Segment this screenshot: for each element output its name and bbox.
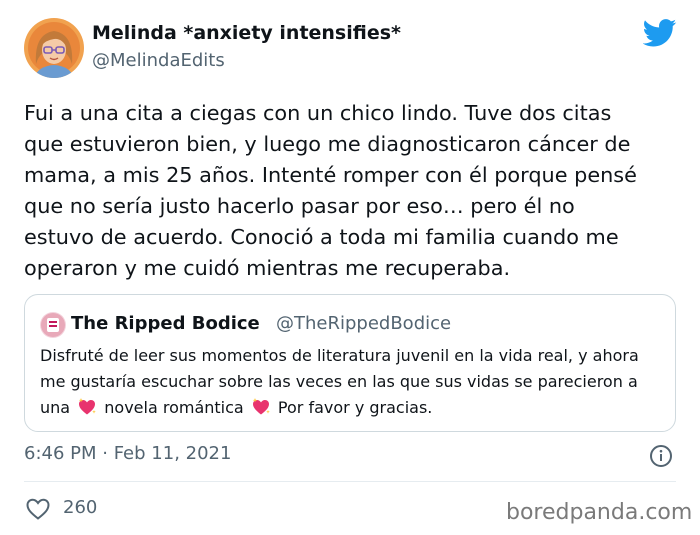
twitter-bird-icon[interactable] xyxy=(643,19,677,47)
tweet-text-line: que estuvieron bien, y luego me diagnost… xyxy=(24,132,631,156)
quoted-text-fragment: una xyxy=(40,398,71,417)
info-icon[interactable] xyxy=(649,444,673,468)
quoted-text-line: me gustaría escuchar sobre las veces en … xyxy=(40,372,638,391)
quoted-text: Disfruté de leer sus momentos de literat… xyxy=(40,343,665,421)
tweet-timestamp[interactable]: 6:46 PM · Feb 11, 2021 xyxy=(24,443,231,464)
quoted-tweet[interactable]: The Ripped Bodice @TheRippedBodice Disfr… xyxy=(24,294,676,432)
divider xyxy=(24,481,676,482)
author-display-name[interactable]: Melinda *anxiety intensifies* xyxy=(92,22,401,44)
tweet-text-line: que no sería justo hacerlo pasar por eso… xyxy=(24,194,575,218)
tweet-text-line: Fui a una cita a ciegas con un chico lin… xyxy=(24,101,612,125)
tweet-text-line: mama, a mis 25 años. Intenté romper con … xyxy=(24,163,637,187)
quoted-text-line: Disfruté de leer sus momentos de literat… xyxy=(40,346,639,365)
tweet-text-line: estuvo de acuerdo. Conoció a toda mi fam… xyxy=(24,225,619,249)
quoted-display-name[interactable]: The Ripped Bodice xyxy=(71,313,260,334)
quoted-text-fragment: novela romántica xyxy=(104,398,244,417)
heart-outline-icon[interactable] xyxy=(25,497,51,521)
tweet-text: Fui a una cita a ciegas con un chico lin… xyxy=(24,98,684,284)
quoted-handle[interactable]: @TheRippedBodice xyxy=(276,313,451,334)
watermark: boredpanda.com xyxy=(506,500,693,525)
quoted-author-avatar[interactable] xyxy=(40,312,66,338)
author-avatar[interactable] xyxy=(24,18,84,78)
quoted-text-fragment: Por favor y gracias. xyxy=(277,398,433,417)
author-handle[interactable]: @MelindaEdits xyxy=(92,50,225,71)
tweet-card: Melinda *anxiety intensifies* @MelindaEd… xyxy=(0,0,700,535)
tweet-text-line: operaron y me cuidó mientras me recupera… xyxy=(24,256,511,280)
sparkling-heart-icon xyxy=(78,398,96,415)
sparkling-heart-icon xyxy=(252,398,270,415)
quoted-text-line: una novela romántica Por favor y gracias… xyxy=(40,395,665,421)
like-count[interactable]: 260 xyxy=(63,497,97,518)
